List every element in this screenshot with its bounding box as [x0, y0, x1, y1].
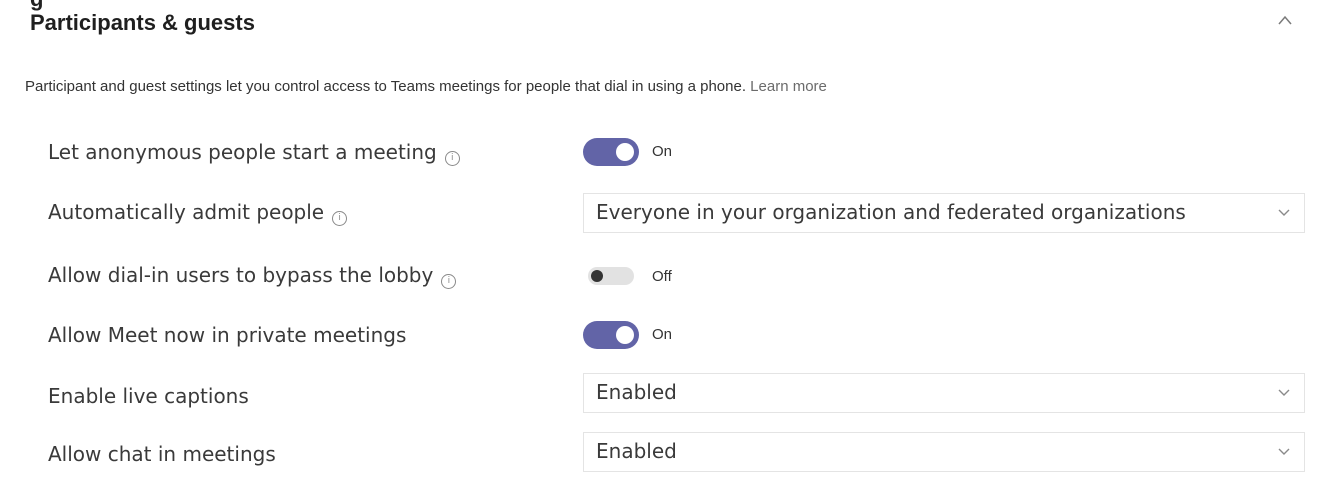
anonymous-start-toggle[interactable]	[583, 138, 639, 166]
live-captions-value: Enabled	[596, 380, 677, 404]
setting-label-anonymous-start: Let anonymous people start a meeting i	[48, 140, 460, 166]
dialin-bypass-toggle[interactable]	[583, 262, 639, 290]
auto-admit-value: Everyone in your organization and federa…	[596, 200, 1186, 224]
anonymous-start-state: On	[652, 143, 673, 160]
info-icon[interactable]: i	[332, 211, 348, 226]
setting-label-dialin-bypass: Allow dial-in users to bypass the lobby i	[48, 263, 457, 289]
meet-now-toggle[interactable]	[583, 321, 639, 349]
chat-in-meetings-dropdown[interactable]: Enabled	[583, 432, 1305, 472]
dialin-bypass-state: Off	[652, 268, 672, 285]
description-text: Participant and guest settings let you c…	[25, 78, 746, 95]
setting-label-text: Allow chat in meetings	[48, 442, 276, 466]
live-captions-dropdown[interactable]: Enabled	[583, 373, 1305, 413]
setting-label-meet-now: Allow Meet now in private meetings	[48, 323, 406, 347]
setting-label-text: Allow dial-in users to bypass the lobby	[48, 263, 434, 287]
setting-label-text: Let anonymous people start a meeting	[48, 140, 437, 164]
setting-label-auto-admit: Automatically admit people i	[48, 200, 348, 226]
toggle-knob	[591, 270, 603, 282]
meet-now-state: On	[652, 326, 673, 343]
chevron-up-icon[interactable]	[1277, 14, 1293, 26]
section-title: Participants & guests	[30, 10, 255, 35]
chevron-down-icon	[1278, 448, 1290, 455]
chat-in-meetings-value: Enabled	[596, 439, 677, 463]
toggle-knob	[616, 326, 634, 344]
chevron-down-icon	[1278, 209, 1290, 216]
setting-label-chat-in-meetings: Allow chat in meetings	[48, 442, 276, 466]
section-description: Participant and guest settings let you c…	[25, 78, 827, 95]
setting-label-live-captions: Enable live captions	[48, 384, 249, 408]
setting-label-text: Enable live captions	[48, 384, 249, 408]
auto-admit-dropdown[interactable]: Everyone in your organization and federa…	[583, 193, 1305, 233]
info-icon[interactable]: i	[444, 151, 460, 166]
toggle-knob	[616, 143, 634, 161]
info-icon[interactable]: i	[441, 274, 457, 289]
setting-label-text: Allow Meet now in private meetings	[48, 323, 407, 347]
learn-more-link[interactable]: Learn more	[750, 78, 827, 95]
chevron-down-icon	[1278, 389, 1290, 396]
setting-label-text: Automatically admit people	[48, 200, 325, 224]
